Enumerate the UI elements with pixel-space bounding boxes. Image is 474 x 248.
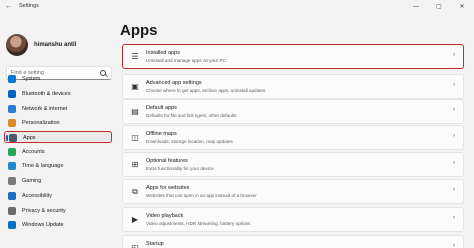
video-icon: ▶	[131, 215, 139, 224]
list-icon: ☰	[131, 52, 139, 61]
sidebar-item-label: Network & internet	[22, 106, 68, 112]
setting-card-offline-maps[interactable]: ◫ Offline maps Downloads, storage location…	[122, 125, 464, 150]
sidebar-item-time-language[interactable]: Time & language	[4, 160, 112, 172]
sidebar-item-label: Bluetooth & devices	[22, 91, 71, 97]
chevron-right-icon: ›	[453, 243, 455, 248]
bluetooth-icon	[8, 90, 16, 98]
setting-card-optional-features[interactable]: ⊞ Optional features Extra functionality fo…	[122, 152, 464, 177]
sidebar-item-label: Privacy & security	[22, 208, 66, 214]
sidebar-item-system[interactable]: System	[4, 73, 112, 85]
apps-icon	[9, 134, 17, 142]
sidebar-item-label: Gaming	[22, 178, 42, 184]
setting-title: Startup	[146, 241, 164, 247]
setting-card-startup[interactable]: ◰ Startup ›	[122, 235, 464, 248]
app-settings-icon: ▣	[131, 82, 139, 91]
setting-card-video-playback[interactable]: ▶ Video playback Video adjustments, HDR st…	[122, 207, 464, 232]
sidebar-item-privacy-security[interactable]: Privacy & security	[4, 205, 112, 217]
active-indicator	[6, 135, 8, 141]
main-content: Apps ☰ Installed apps Uninstall and manage…	[118, 14, 474, 248]
setting-title: Optional features	[146, 158, 188, 164]
setting-card-apps-for-websites[interactable]: ⧉ Apps for websites Websites that can open…	[122, 179, 464, 204]
setting-title: Apps for websites	[146, 185, 190, 191]
setting-card-installed-apps[interactable]: ☰ Installed apps Uninstall and manage apps…	[122, 44, 464, 69]
setting-card-default-apps[interactable]: ▤ Default apps Defaults for file and link …	[122, 99, 464, 124]
chevron-right-icon: ›	[453, 82, 455, 88]
user-name: himanshu antil	[34, 42, 77, 48]
chevron-right-icon: ›	[453, 133, 455, 139]
sidebar-item-label: Accounts	[22, 149, 45, 155]
setting-title: Advanced app settings	[146, 80, 202, 86]
chevron-right-icon: ›	[453, 187, 455, 193]
chevron-right-icon: ›	[453, 107, 455, 113]
sidebar-item-windows-update[interactable]: Windows Update	[4, 219, 112, 231]
back-arrow-icon[interactable]: ←	[5, 2, 12, 11]
sidebar-item-label: Windows Update	[22, 222, 64, 228]
sidebar-item-label: Apps	[23, 135, 36, 141]
setting-title: Default apps	[146, 105, 177, 111]
sidebar-item-network-internet[interactable]: Network & internet	[4, 103, 112, 115]
sidebar-item-label: Personalization	[22, 120, 60, 126]
shield-icon	[8, 207, 16, 215]
web-apps-icon: ⧉	[132, 187, 138, 196]
map-icon: ◫	[131, 133, 139, 142]
setting-title: Video playback	[146, 213, 184, 219]
startup-icon: ◰	[131, 243, 139, 248]
sidebar-item-accounts[interactable]: Accounts	[4, 146, 112, 158]
setting-card-advanced-app-settings[interactable]: ▣ Advanced app settings Choose where to ge…	[122, 74, 464, 99]
gaming-icon	[8, 177, 16, 185]
sidebar-item-personalization[interactable]: Personalization	[4, 117, 112, 129]
sidebar-item-label: System	[22, 76, 41, 82]
accessibility-icon	[8, 192, 16, 200]
default-apps-icon: ▤	[131, 107, 139, 116]
globe-icon	[8, 162, 16, 170]
window-title: Settings	[19, 3, 39, 9]
features-icon: ⊞	[131, 160, 139, 169]
setting-description: Defaults for file and link types, other …	[146, 113, 237, 118]
setting-description: Uninstall and manage apps on your PC	[146, 58, 226, 63]
chevron-right-icon: ›	[453, 160, 455, 166]
setting-description: Choose where to get apps, archive apps, …	[146, 88, 266, 93]
system-icon	[8, 75, 16, 83]
setting-title: Installed apps	[146, 50, 180, 56]
setting-description: Downloads, storage location, map updates	[146, 139, 233, 144]
update-icon	[8, 221, 16, 229]
accounts-icon	[8, 148, 16, 156]
close-button[interactable]: ✕	[451, 0, 473, 14]
chevron-right-icon: ›	[453, 215, 455, 221]
setting-description: Extra functionality for your device	[146, 166, 214, 171]
setting-description: Video adjustments, HDR streaming, batter…	[146, 221, 251, 226]
sidebar-item-gaming[interactable]: Gaming	[4, 175, 112, 187]
brush-icon	[8, 119, 16, 127]
setting-title: Offline maps	[146, 131, 177, 137]
network-icon	[8, 105, 16, 113]
chevron-right-icon: ›	[453, 52, 455, 58]
sidebar: himanshu antil Find a setting System Blue…	[0, 14, 118, 248]
sidebar-item-accessibility[interactable]: Accessibility	[4, 190, 112, 202]
sidebar-item-label: Time & language	[22, 163, 64, 169]
title-bar: ← Settings — ▢ ✕	[0, 0, 474, 14]
page-title: Apps	[120, 22, 158, 39]
avatar[interactable]	[6, 34, 28, 56]
sidebar-item-apps[interactable]: Apps	[4, 131, 112, 143]
minimize-button[interactable]: —	[405, 0, 427, 14]
maximize-button[interactable]: ▢	[428, 0, 450, 14]
sidebar-item-label: Accessibility	[22, 193, 52, 199]
sidebar-item-bluetooth-devices[interactable]: Bluetooth & devices	[4, 88, 112, 100]
setting-description: Websites that can open in an app instead…	[146, 193, 257, 198]
